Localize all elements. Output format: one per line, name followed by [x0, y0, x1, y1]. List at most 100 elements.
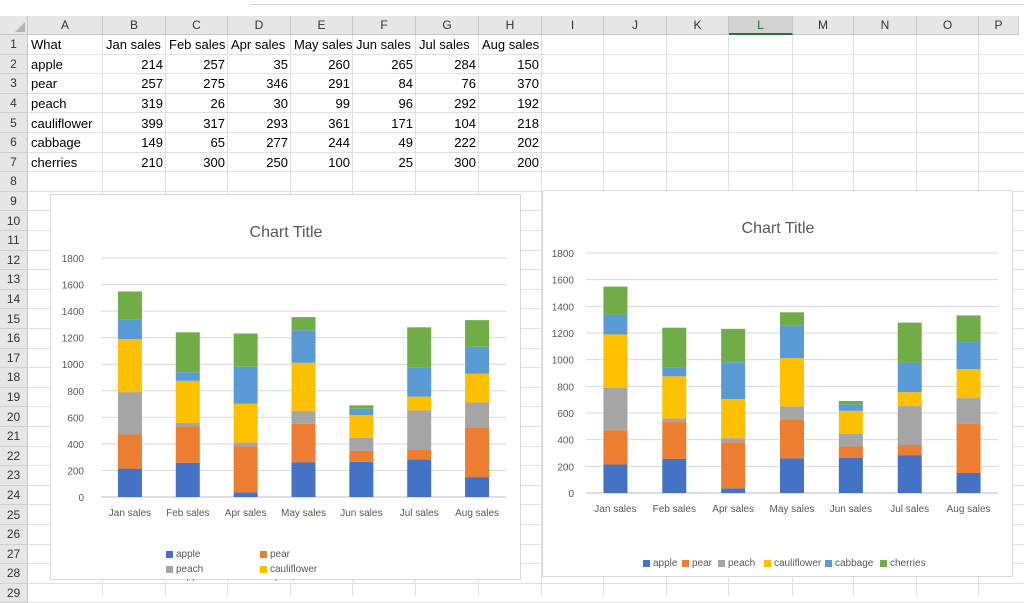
cell-d6[interactable]: 277: [228, 133, 291, 153]
row-header-26[interactable]: 26: [0, 525, 28, 545]
cell-b1[interactable]: Jan sales: [103, 35, 166, 55]
row-header-17[interactable]: 17: [0, 348, 28, 369]
row-header-1[interactable]: 1: [0, 35, 28, 55]
column-header-i[interactable]: I: [542, 16, 604, 35]
cell-f3[interactable]: 84: [353, 74, 416, 94]
cell-f4[interactable]: 96: [353, 94, 416, 114]
row-header-21[interactable]: 21: [0, 427, 28, 447]
cell-h3[interactable]: 370: [479, 74, 542, 94]
row-header-15[interactable]: 15: [0, 309, 28, 329]
cell-d2[interactable]: 35: [228, 55, 291, 75]
spreadsheet-grid[interactable]: ABCDEFGHIJKLMNOP 1 2 3 4 5 6 7 8 9 10 11 12 13 14 15 16…: [0, 16, 1024, 603]
stacked-column-chart-1[interactable]: Chart Title 0 200 400 600 800 1000 1200 1400 1600…: [50, 194, 521, 581]
cell-d7[interactable]: 250: [228, 153, 291, 173]
cell-d4[interactable]: 30: [228, 94, 291, 114]
cell-f2[interactable]: 265: [353, 55, 416, 75]
column-header-d[interactable]: D: [228, 16, 291, 35]
cell-c2[interactable]: 257: [166, 55, 228, 75]
cell-f5[interactable]: 171: [353, 113, 416, 133]
cell-h2[interactable]: 150: [479, 55, 542, 75]
cell-e2[interactable]: 260: [291, 55, 353, 75]
cell-f6[interactable]: 49: [353, 133, 416, 153]
cell-b3[interactable]: 257: [103, 74, 166, 94]
cell-g7[interactable]: 300: [416, 153, 479, 173]
cell-b4[interactable]: 319: [103, 94, 166, 114]
cell-a4[interactable]: peach: [28, 94, 103, 114]
row-header-22[interactable]: 22: [0, 446, 28, 467]
row-header-7[interactable]: 7: [0, 152, 28, 173]
cell-g6[interactable]: 222: [416, 133, 479, 153]
cell-e7[interactable]: 100: [291, 153, 353, 173]
row-header-9[interactable]: 9: [0, 191, 28, 212]
cell-e6[interactable]: 244: [291, 133, 353, 153]
row-header-4[interactable]: 4: [0, 93, 28, 114]
cell-a2[interactable]: apple: [28, 55, 103, 75]
row-header-25[interactable]: 25: [0, 505, 28, 525]
cell-a1[interactable]: What: [28, 35, 103, 55]
row-header-27[interactable]: 27: [0, 544, 28, 565]
cell-h1[interactable]: Aug sales: [479, 35, 542, 55]
row-header-3[interactable]: 3: [0, 74, 28, 94]
cell-b7[interactable]: 210: [103, 153, 166, 173]
select-all-corner[interactable]: [0, 16, 28, 35]
cell-c7[interactable]: 300: [166, 153, 228, 173]
row-header-16[interactable]: 16: [0, 329, 28, 349]
row-header-20[interactable]: 20: [0, 407, 28, 427]
cell-a6[interactable]: cabbage: [28, 133, 103, 153]
row-header-24[interactable]: 24: [0, 485, 28, 506]
cell-d3[interactable]: 346: [228, 74, 291, 94]
cell-g2[interactable]: 284: [416, 55, 479, 75]
row-header-5[interactable]: 5: [0, 113, 28, 133]
cell-b5[interactable]: 399: [103, 113, 166, 133]
column-header-e[interactable]: E: [291, 16, 353, 35]
cell-f7[interactable]: 25: [353, 153, 416, 173]
row-header-28[interactable]: 28: [0, 564, 28, 584]
cell-g4[interactable]: 292: [416, 94, 479, 114]
column-header-c[interactable]: C: [166, 16, 228, 35]
column-header-l[interactable]: L: [729, 16, 793, 35]
cell-g3[interactable]: 76: [416, 74, 479, 94]
column-header-j[interactable]: J: [604, 16, 667, 35]
cell-d1[interactable]: Apr sales: [228, 35, 291, 55]
cell-e3[interactable]: 291: [291, 74, 353, 94]
column-header-a[interactable]: A: [28, 16, 103, 35]
row-header-2[interactable]: 2: [0, 54, 28, 75]
column-header-o[interactable]: O: [917, 16, 979, 35]
cell-g5[interactable]: 104: [416, 113, 479, 133]
column-header-g[interactable]: G: [416, 16, 479, 35]
cell-c6[interactable]: 65: [166, 133, 228, 153]
cell-g1[interactable]: Jul sales: [416, 35, 479, 55]
cell-a7[interactable]: cherries: [28, 153, 103, 173]
cell-a5[interactable]: cauliflower: [28, 113, 103, 133]
column-header-h[interactable]: H: [479, 16, 542, 35]
cell-b2[interactable]: 214: [103, 55, 166, 75]
cell-e4[interactable]: 99: [291, 94, 353, 114]
row-header-13[interactable]: 13: [0, 270, 28, 290]
cell-a3[interactable]: pear: [28, 74, 103, 94]
column-header-n[interactable]: N: [854, 16, 917, 35]
cell-c3[interactable]: 275: [166, 74, 228, 94]
cell-c5[interactable]: 317: [166, 113, 228, 133]
cell-e5[interactable]: 361: [291, 113, 353, 133]
row-header-18[interactable]: 18: [0, 368, 28, 388]
column-header-b[interactable]: B: [103, 16, 166, 35]
cell-c4[interactable]: 26: [166, 94, 228, 114]
cell-e1[interactable]: May sales: [291, 35, 353, 55]
cell-h4[interactable]: 192: [479, 94, 542, 114]
row-header-29[interactable]: 29: [0, 583, 28, 603]
row-header-6[interactable]: 6: [0, 133, 28, 153]
row-header-11[interactable]: 11: [0, 231, 28, 251]
row-header-8[interactable]: 8: [0, 172, 28, 192]
row-header-19[interactable]: 19: [0, 387, 28, 408]
row-header-23[interactable]: 23: [0, 466, 28, 486]
cell-b6[interactable]: 149: [103, 133, 166, 153]
cell-d5[interactable]: 293: [228, 113, 291, 133]
column-header-f[interactable]: F: [353, 16, 416, 35]
column-header-k[interactable]: K: [667, 16, 729, 35]
cell-h5[interactable]: 218: [479, 113, 542, 133]
cell-f1[interactable]: Jun sales: [353, 35, 416, 55]
row-header-14[interactable]: 14: [0, 289, 28, 310]
row-header-12[interactable]: 12: [0, 250, 28, 271]
cell-h6[interactable]: 202: [479, 133, 542, 153]
row-header-10[interactable]: 10: [0, 211, 28, 231]
